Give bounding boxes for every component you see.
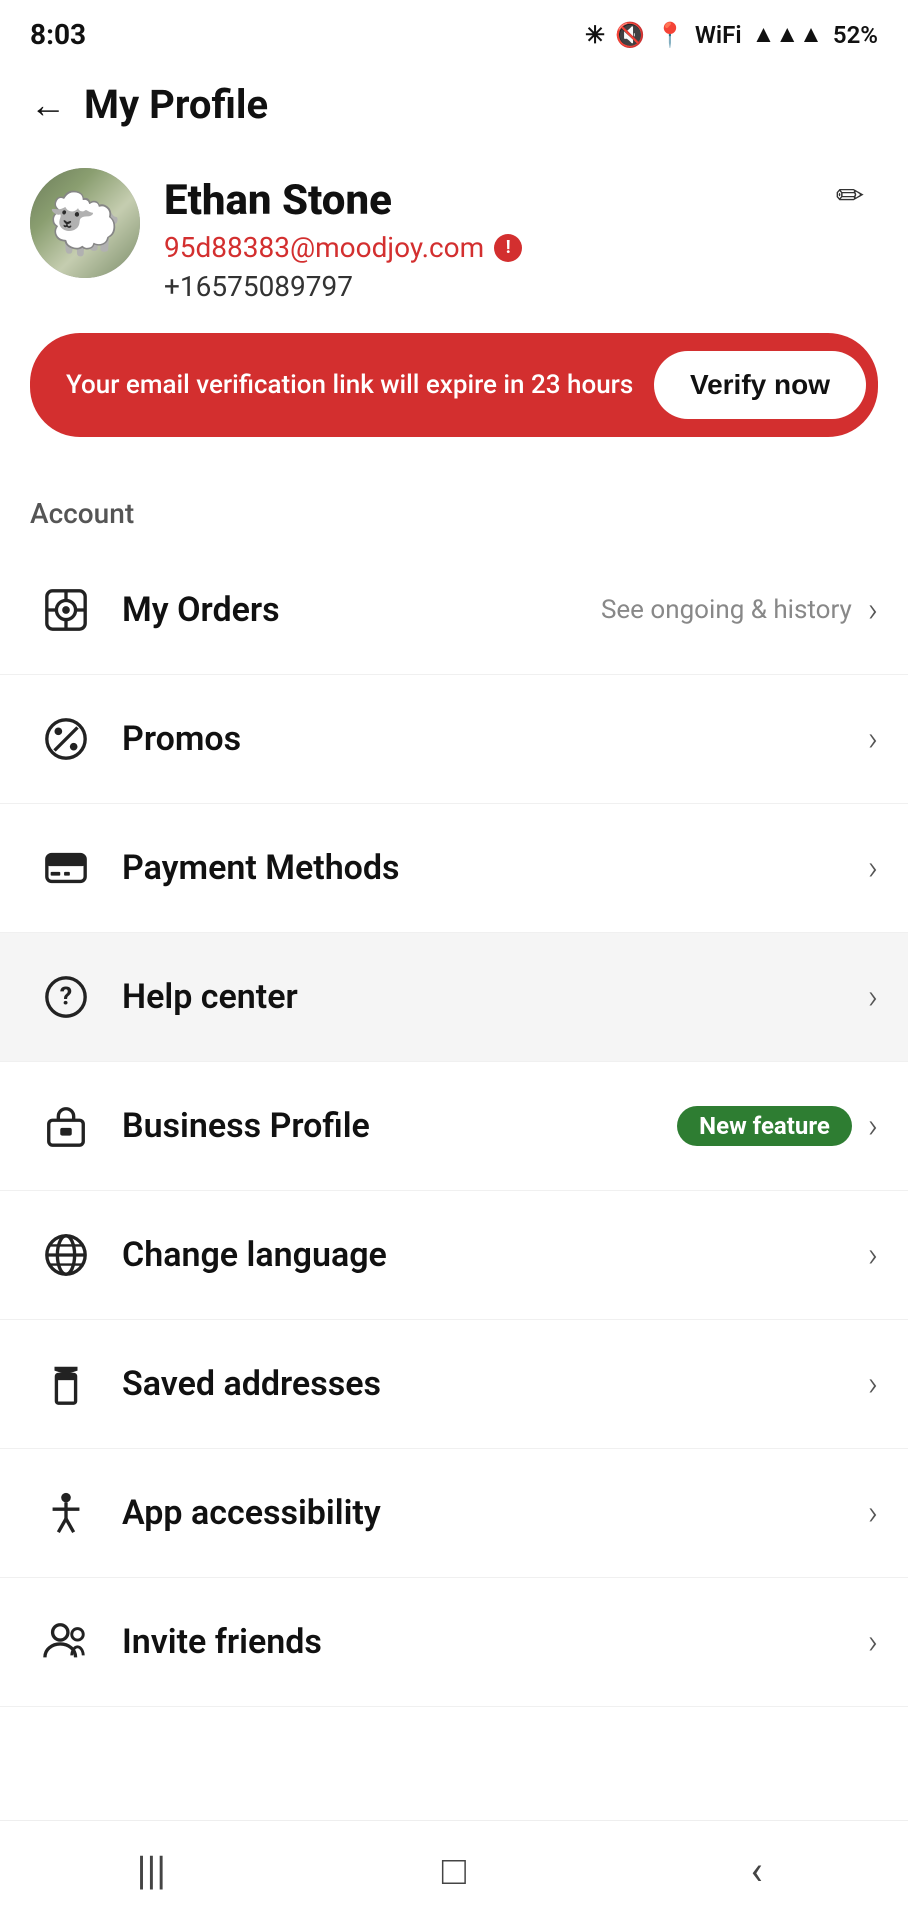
edit-profile-button[interactable]: ✏ (822, 168, 878, 224)
business-profile-label: Business Profile (122, 1106, 677, 1146)
signal-icon: ▲▲▲ (752, 20, 823, 49)
status-icons: ✳ 🔇 📍 WiFi ▲▲▲ 52% (585, 20, 878, 49)
menu-item-saved-addresses[interactable]: Saved addresses › (0, 1320, 908, 1449)
menu-item-help-center[interactable]: ? Help center › (0, 933, 908, 1062)
profile-phone: +16575089797 (164, 270, 878, 303)
help-icon: ? (43, 974, 89, 1020)
menu-item-promos[interactable]: Promos › (0, 675, 908, 804)
payment-methods-chevron: › (868, 848, 878, 888)
profile-email: 95d88383@moodjoy.com ! (164, 231, 878, 264)
invite-friends-chevron: › (868, 1622, 878, 1662)
app-accessibility-label: App accessibility (122, 1493, 868, 1533)
payment-icon (43, 845, 89, 891)
back-icon: ← (30, 84, 66, 126)
svg-text:?: ? (60, 983, 72, 1012)
menu-item-my-orders[interactable]: My Orders See ongoing & history › (0, 546, 908, 675)
nav-back-icon: ‹ (751, 1847, 763, 1894)
business-icon-wrap (30, 1090, 102, 1162)
verify-message: Your email verification link will expire… (66, 367, 638, 403)
my-orders-icon-wrap (30, 574, 102, 646)
profile-section: Ethan Stone 95d88383@moodjoy.com ! +1657… (0, 148, 908, 333)
help-icon-wrap: ? (30, 961, 102, 1033)
invite-friends-label: Invite friends (122, 1622, 868, 1662)
friends-icon (43, 1619, 89, 1665)
addresses-icon-wrap (30, 1348, 102, 1420)
addresses-icon (43, 1361, 89, 1407)
language-icon (43, 1232, 89, 1278)
avatar-image (30, 168, 140, 278)
my-orders-label: My Orders (122, 590, 601, 630)
menu-list: My Orders See ongoing & history › Promos… (0, 546, 908, 1707)
menu-icon: ||| (137, 1847, 166, 1894)
verify-banner: Your email verification link will expire… (30, 333, 878, 437)
bottom-navigation: ||| □ ‹ (0, 1820, 908, 1920)
time-display: 8:03 (30, 18, 86, 51)
business-icon (43, 1103, 89, 1149)
status-bar: 8:03 ✳ 🔇 📍 WiFi ▲▲▲ 52% (0, 0, 908, 61)
nav-menu-button[interactable]: ||| (111, 1841, 191, 1901)
home-icon: □ (442, 1847, 466, 1894)
nav-home-button[interactable]: □ (414, 1841, 494, 1901)
nav-back-button[interactable]: ‹ (717, 1841, 797, 1901)
menu-item-payment-methods[interactable]: Payment Methods › (0, 804, 908, 933)
battery-display: 52% (833, 21, 878, 49)
payment-methods-label: Payment Methods (122, 848, 868, 888)
help-center-label: Help center (122, 977, 868, 1017)
menu-item-business-profile[interactable]: Business Profile New feature › (0, 1062, 908, 1191)
promos-icon (43, 716, 89, 762)
friends-icon-wrap (30, 1606, 102, 1678)
email-warning-icon: ! (494, 234, 522, 262)
help-center-chevron: › (868, 977, 878, 1017)
my-orders-chevron: › (868, 590, 878, 630)
change-language-chevron: › (868, 1235, 878, 1275)
new-feature-badge: New feature (677, 1106, 852, 1146)
verify-now-button[interactable]: Verify now (654, 351, 866, 419)
app-accessibility-chevron: › (868, 1493, 878, 1533)
promos-icon-wrap (30, 703, 102, 775)
promos-label: Promos (122, 719, 868, 759)
bluetooth-icon: ✳ (585, 21, 605, 49)
profile-info: Ethan Stone 95d88383@moodjoy.com ! +1657… (164, 168, 878, 303)
payment-icon-wrap (30, 832, 102, 904)
menu-item-app-accessibility[interactable]: App accessibility › (0, 1449, 908, 1578)
mute-icon: 🔇 (615, 21, 645, 49)
my-orders-sublabel: See ongoing & history (601, 595, 852, 625)
saved-addresses-chevron: › (868, 1364, 878, 1404)
accessibility-icon (43, 1490, 89, 1536)
business-profile-chevron: › (868, 1106, 878, 1146)
wifi-icon: WiFi (695, 21, 742, 49)
edit-icon: ✏ (836, 176, 865, 216)
promos-chevron: › (868, 719, 878, 759)
accessibility-icon-wrap (30, 1477, 102, 1549)
orders-icon (43, 587, 89, 633)
menu-item-change-language[interactable]: Change language › (0, 1191, 908, 1320)
avatar (30, 168, 140, 278)
language-icon-wrap (30, 1219, 102, 1291)
page-title: My Profile (84, 81, 268, 128)
profile-name: Ethan Stone (164, 176, 878, 225)
location-icon: 📍 (655, 21, 685, 49)
change-language-label: Change language (122, 1235, 868, 1275)
saved-addresses-label: Saved addresses (122, 1364, 868, 1404)
back-button[interactable]: ← (30, 84, 66, 126)
menu-item-invite-friends[interactable]: Invite friends › (0, 1578, 908, 1707)
header: ← My Profile (0, 61, 908, 148)
account-section-label: Account (0, 467, 908, 546)
